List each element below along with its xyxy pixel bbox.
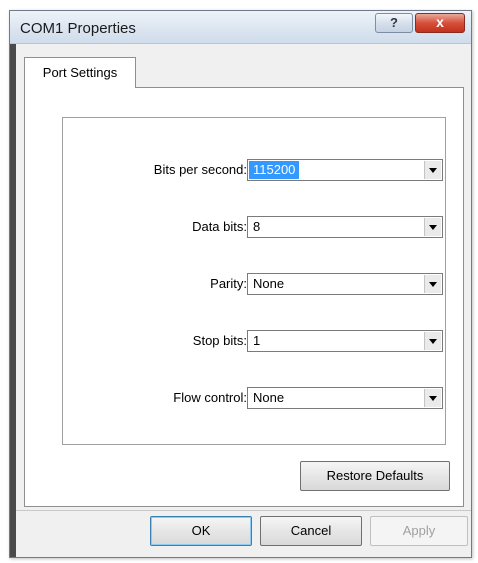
window-title: COM1 Properties: [20, 20, 136, 37]
close-button[interactable]: x: [415, 13, 465, 33]
data-bits-select[interactable]: 8: [247, 216, 443, 238]
window-left-edge: [10, 44, 16, 557]
flow-control-select[interactable]: None: [247, 387, 443, 409]
chevron-down-icon[interactable]: [424, 332, 441, 350]
field-row-flow-control: Flow control: None: [63, 387, 447, 409]
chevron-down-icon[interactable]: [424, 161, 441, 179]
flow-control-label: Flow control:: [173, 390, 247, 405]
bits-per-second-value: 115200: [249, 161, 300, 179]
title-bar[interactable]: COM1 Properties ? x: [10, 11, 471, 44]
stop-bits-label: Stop bits:: [192, 333, 247, 348]
field-row-data-bits: Data bits: 8: [63, 216, 447, 238]
field-row-bits-per-second: Bits per second: 115200: [63, 159, 447, 181]
cancel-button[interactable]: Cancel: [260, 516, 362, 546]
bits-per-second-select[interactable]: 115200: [247, 159, 443, 181]
field-row-parity: Parity: None: [63, 273, 447, 295]
parity-select[interactable]: None: [247, 273, 443, 295]
parity-value: None: [253, 276, 285, 291]
flow-control-value: None: [253, 390, 285, 405]
apply-button[interactable]: Apply: [370, 516, 468, 546]
tab-port-settings[interactable]: Port Settings: [24, 57, 136, 88]
restore-defaults-button[interactable]: Restore Defaults: [300, 461, 450, 491]
parity-label: Parity:: [210, 276, 247, 291]
chevron-down-icon[interactable]: [424, 218, 441, 236]
help-button[interactable]: ?: [375, 13, 413, 33]
settings-group: Bits per second: 115200 Data bits: 8 Par…: [62, 117, 446, 445]
chevron-down-icon[interactable]: [424, 389, 441, 407]
data-bits-value: 8: [253, 219, 261, 234]
properties-dialog: COM1 Properties ? x Port Settings Bits p…: [9, 10, 472, 558]
port-settings-panel: Bits per second: 115200 Data bits: 8 Par…: [24, 87, 464, 507]
ok-button[interactable]: OK: [150, 516, 252, 546]
field-row-stop-bits: Stop bits: 1: [63, 330, 447, 352]
stop-bits-select[interactable]: 1: [247, 330, 443, 352]
bits-per-second-label: Bits per second:: [153, 162, 247, 177]
footer-divider: [16, 510, 471, 511]
chevron-down-icon[interactable]: [424, 275, 441, 293]
data-bits-label: Data bits:: [192, 219, 247, 234]
stop-bits-value: 1: [253, 333, 261, 348]
